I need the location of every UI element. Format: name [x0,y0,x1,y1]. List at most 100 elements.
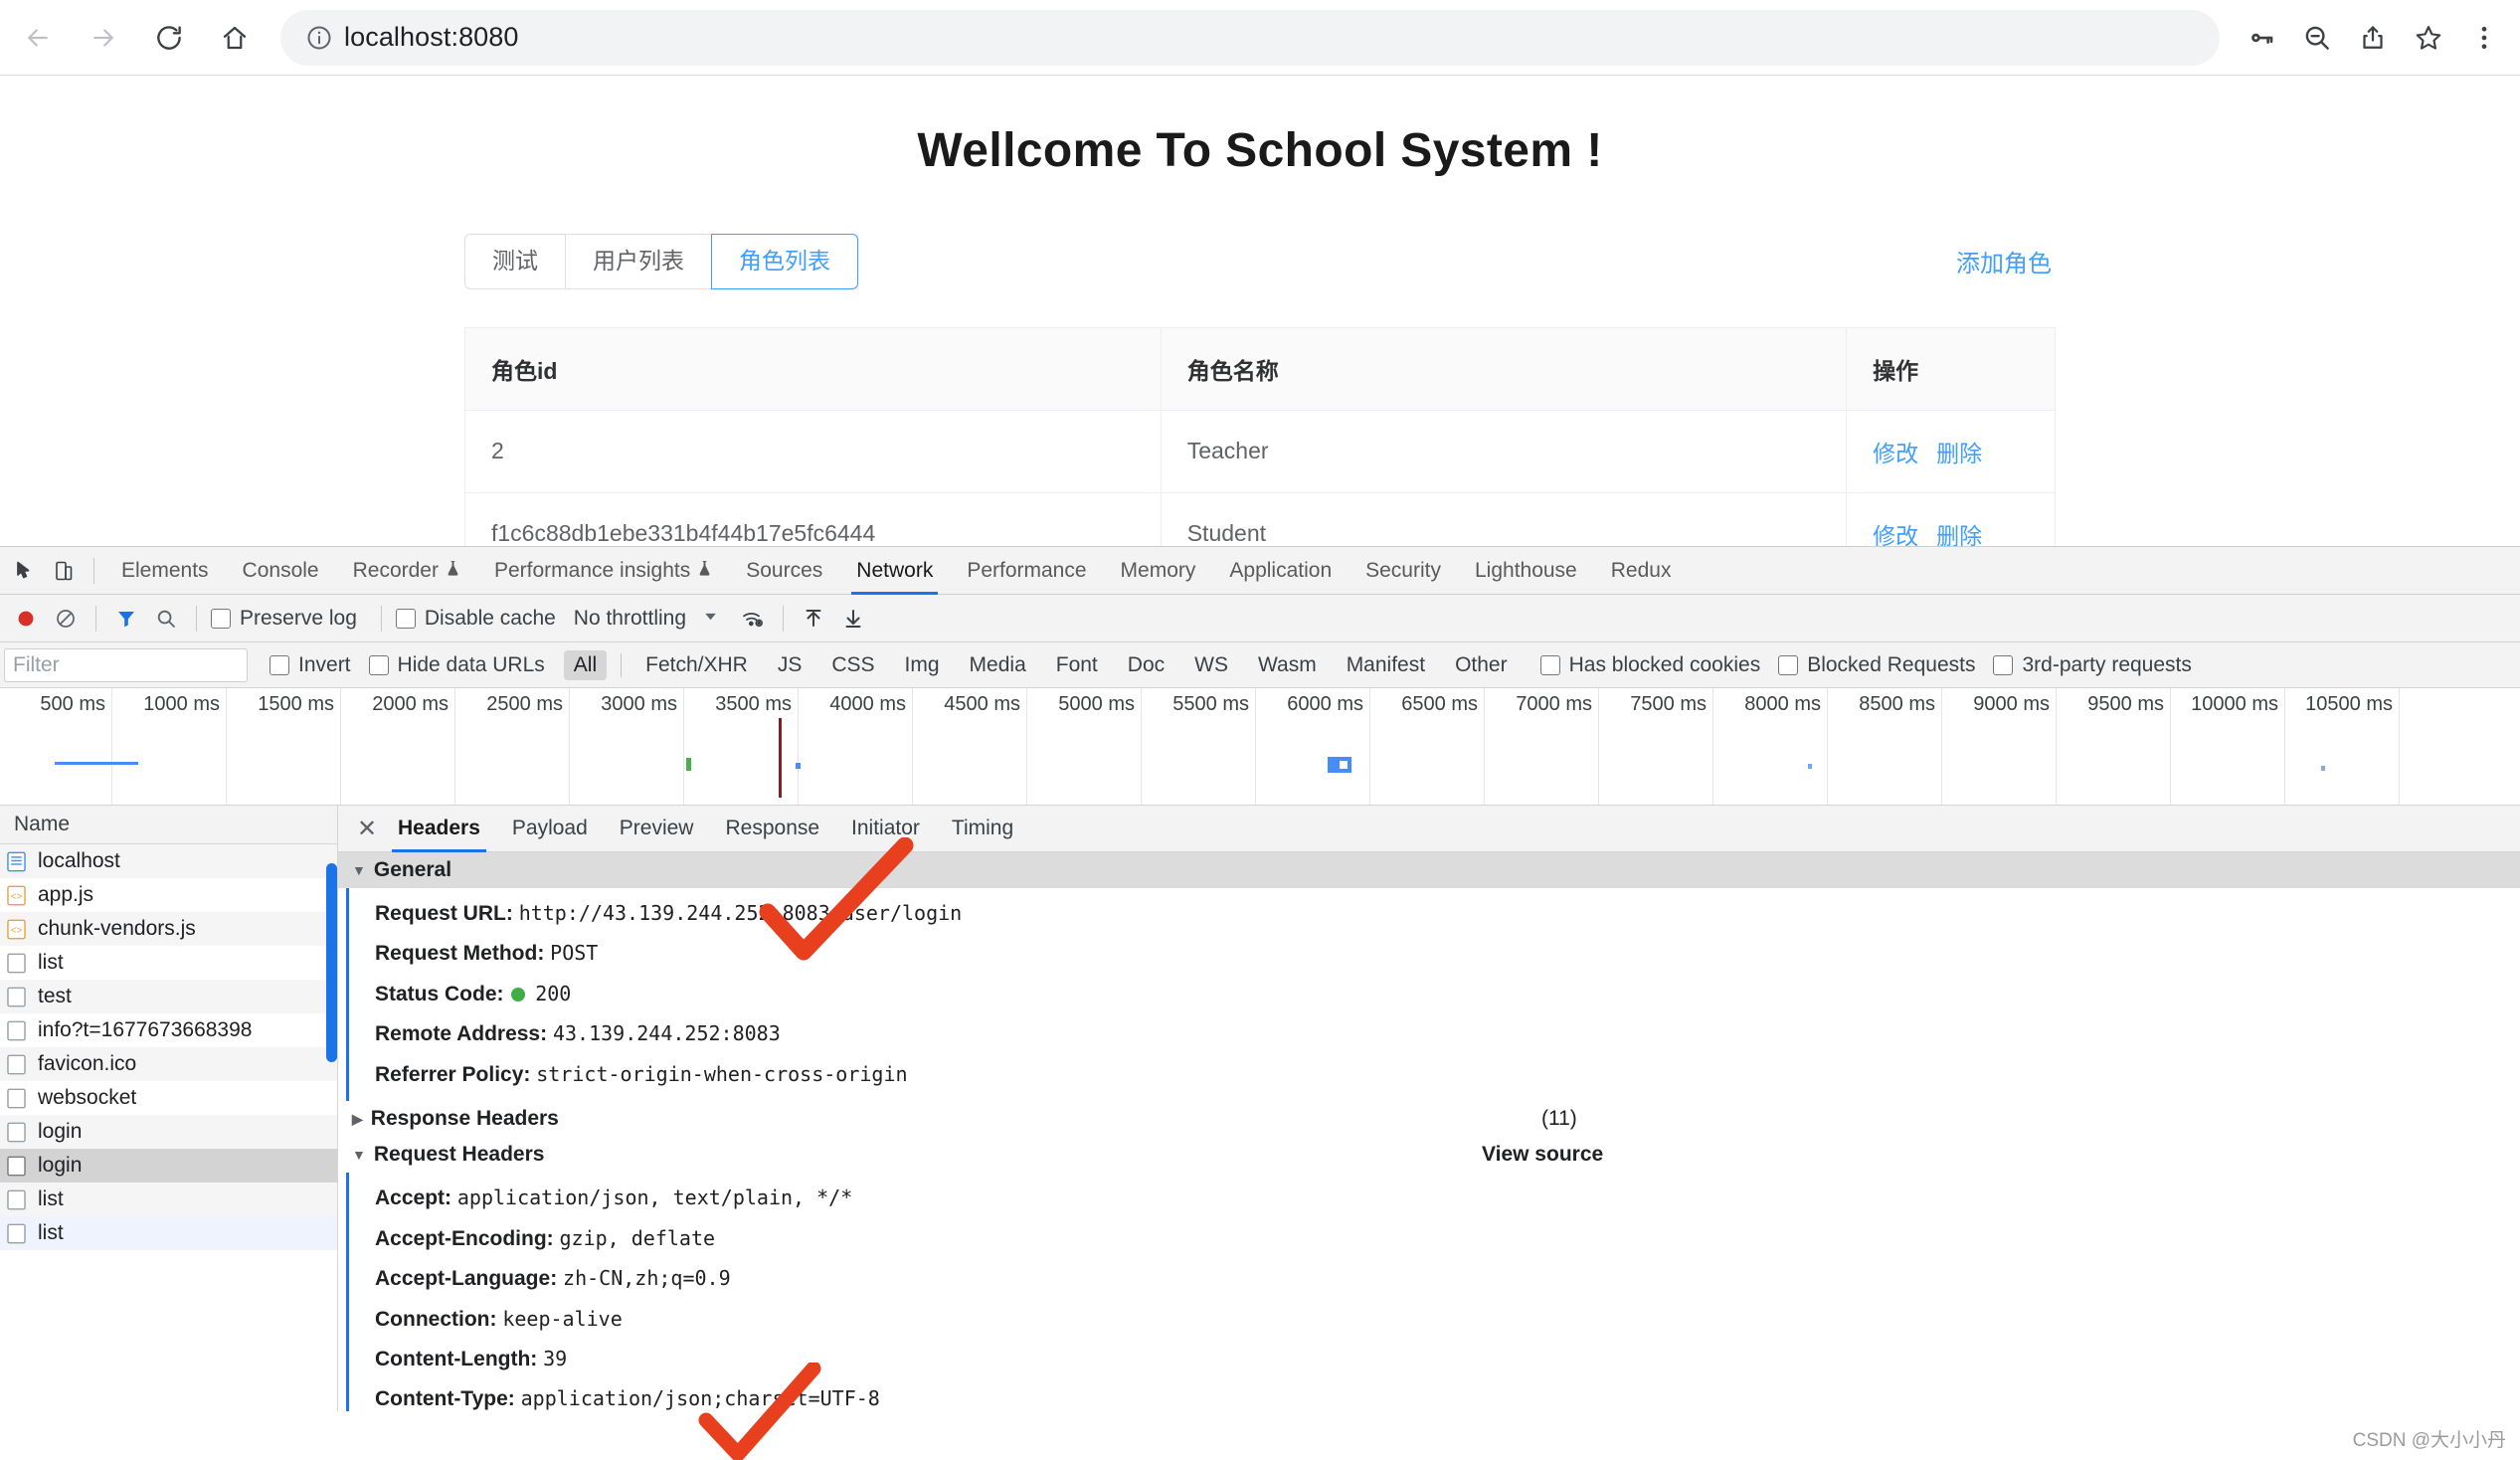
type-filter-media[interactable]: Media [960,650,1036,680]
forward-button[interactable] [76,10,131,66]
request-name: test [38,985,72,1007]
funnel-icon[interactable] [106,599,146,639]
close-icon[interactable]: ✕ [352,814,382,843]
throttling-select[interactable]: No throttling [574,607,686,631]
request-row-list-1[interactable]: list [0,946,337,980]
type-filter-manifest[interactable]: Manifest [1337,650,1435,680]
general-section-header[interactable]: ▼ General [338,852,2520,888]
type-filter-font[interactable]: Font [1046,650,1108,680]
request-headers-title: Request Headers [373,1143,545,1167]
tab-role-list[interactable]: 角色列表 [711,234,858,289]
blocked-requests-checkbox[interactable]: Blocked Requests [1778,653,1975,677]
search-icon[interactable] [146,599,186,639]
disable-cache-label: Disable cache [424,606,556,630]
request-row-app-js[interactable]: <> app.js [0,878,337,912]
hide-data-urls-checkbox[interactable]: Hide data URLs [368,653,545,677]
clear-prohibited-icon[interactable] [46,599,86,639]
tab-lighthouse[interactable]: Lighthouse [1458,547,1594,595]
request-row-websocket[interactable]: websocket [0,1081,337,1115]
timeline-tick: 4000 ms [799,688,913,805]
type-filter-img[interactable]: Img [895,650,950,680]
filter-input[interactable]: Filter [4,647,248,682]
tab-performance-insights[interactable]: Performance insights [477,547,729,595]
tab-memory[interactable]: Memory [1104,547,1213,595]
general-value: strict-origin-when-cross-origin [536,1061,908,1086]
request-row-chunk-vendors-js[interactable]: <> chunk-vendors.js [0,912,337,946]
request-row-login-2-selected[interactable]: login [0,1149,337,1183]
upload-arrow-icon[interactable] [794,599,833,639]
edit-role-link[interactable]: 修改 [1873,523,1918,546]
tab-security[interactable]: Security [1349,547,1458,595]
detail-tab-response[interactable]: Response [709,806,835,852]
tab-elements[interactable]: Elements [104,547,226,595]
tab-recorder[interactable]: Recorder [336,547,477,595]
tab-network[interactable]: Network [839,547,950,595]
detail-tab-headers[interactable]: Headers [382,806,496,852]
timeline-tick-label: 5000 ms [1058,693,1135,715]
tab-user-list[interactable]: 用户列表 [565,234,711,289]
inspect-element-icon[interactable] [4,551,44,591]
detail-tab-preview[interactable]: Preview [604,806,710,852]
address-bar[interactable]: localhost:8080 [280,9,2220,66]
column-header-role-name: 角色名称 [1161,327,1848,411]
timeline-tick: 7000 ms [1485,688,1599,805]
preserve-log-checkbox[interactable]: Preserve log [211,607,357,631]
request-row-favicon[interactable]: favicon.ico [0,1047,337,1081]
type-filter-wasm[interactable]: Wasm [1248,650,1327,680]
invert-checkbox[interactable]: Invert [270,653,351,677]
request-row-login-1[interactable]: login [0,1115,337,1149]
device-toolbar-icon[interactable] [44,551,84,591]
delete-role-link[interactable]: 删除 [1936,441,1982,466]
reload-button[interactable] [141,10,197,66]
svg-text:<>: <> [11,891,23,902]
request-row-localhost[interactable]: localhost [0,844,337,878]
general-row-referrer-policy: Referrer Policy: strict-origin-when-cros… [349,1055,2520,1095]
share-icon[interactable] [2345,10,2401,66]
type-filter-js[interactable]: JS [768,650,812,680]
disable-cache-checkbox[interactable]: Disable cache [395,606,556,631]
third-party-requests-checkbox[interactable]: 3rd-party requests [1993,653,2192,677]
timeline-tick-label: 3500 ms [715,693,792,715]
type-filter-css[interactable]: CSS [821,650,884,680]
tab-performance[interactable]: Performance [950,547,1103,595]
type-filter-other[interactable]: Other [1445,650,1518,680]
edit-role-link[interactable]: 修改 [1873,441,1918,466]
delete-role-link[interactable]: 删除 [1936,523,1982,546]
detail-tab-initiator[interactable]: Initiator [835,806,936,852]
response-headers-section-header[interactable]: ▶ Response Headers (11) [338,1101,2520,1137]
tab-application[interactable]: Application [1212,547,1349,595]
tab-console[interactable]: Console [226,547,336,595]
tab-sources[interactable]: Sources [729,547,839,595]
request-row-list-2[interactable]: list [0,1183,337,1216]
detail-tab-payload[interactable]: Payload [496,806,604,852]
home-button[interactable] [207,10,263,66]
key-icon[interactable] [2234,10,2289,66]
has-blocked-cookies-checkbox[interactable]: Has blocked cookies [1539,653,1760,677]
more-menu-icon[interactable] [2456,10,2512,66]
type-filter-all[interactable]: All [563,649,608,680]
type-filter-fetch-xhr[interactable]: Fetch/XHR [635,650,758,680]
request-list-scrollbar[interactable] [326,863,337,1062]
network-body: Name localhost <> app.js <> chunk-vendor… [0,806,2520,1411]
zoom-out-icon[interactable] [2289,10,2345,66]
download-arrow-icon[interactable] [833,599,873,639]
view-source-link[interactable]: View source [1482,1143,1603,1167]
network-overview-timeline[interactable]: 500 ms 1000 ms 1500 ms 2000 ms 2500 ms 3… [0,688,2520,806]
type-filter-ws[interactable]: WS [1184,650,1238,680]
chevron-down-icon[interactable] [702,608,719,630]
info-circle-icon[interactable] [302,21,336,55]
record-circle-icon[interactable] [6,599,46,639]
type-filter-doc[interactable]: Doc [1118,650,1174,680]
detail-tab-timing[interactable]: Timing [936,806,1029,852]
request-list-header[interactable]: Name [0,806,337,844]
tab-test[interactable]: 测试 [464,234,565,289]
request-row-info[interactable]: info?t=1677673668398 [0,1013,337,1047]
tab-redux[interactable]: Redux [1594,547,1689,595]
request-headers-section-header[interactable]: ▼ Request Headers View source [338,1137,2520,1173]
back-button[interactable] [10,10,66,66]
add-role-button[interactable]: 添加角色 [1956,244,2056,278]
request-row-test[interactable]: test [0,980,337,1013]
star-icon[interactable] [2401,10,2456,66]
request-row-list-3[interactable]: list [0,1216,337,1250]
wifi-settings-icon[interactable] [733,599,773,639]
